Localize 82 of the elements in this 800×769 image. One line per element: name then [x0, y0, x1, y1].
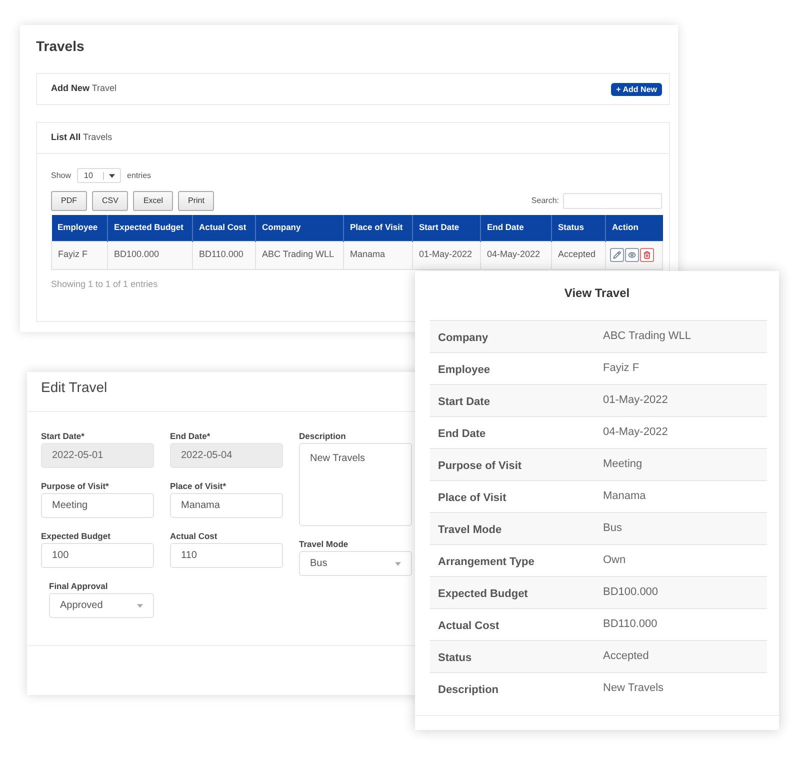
input-field[interactable]: 110: [170, 543, 283, 568]
column-header: Actual Cost: [192, 215, 256, 241]
show-label: Show: [51, 170, 72, 182]
column-header: End Date: [480, 215, 552, 241]
table-cell: ABC Trading WLL: [256, 241, 344, 269]
column-header: Employee: [52, 215, 108, 241]
add-new-button[interactable]: + Add New: [611, 82, 662, 96]
field-label: Expected Budget: [41, 531, 110, 542]
input-field[interactable]: 100: [41, 543, 154, 568]
select-field[interactable]: Bus: [299, 551, 412, 576]
field-label: Final Approval: [49, 581, 108, 592]
detail-value: Meeting: [603, 457, 642, 472]
field-label: Start Date*: [41, 431, 84, 442]
dialog-title: Edit Travel: [41, 379, 108, 396]
view-button[interactable]: [625, 248, 639, 262]
detail-label: Status: [438, 652, 472, 664]
search-field[interactable]: [563, 193, 662, 209]
toolbar-button[interactable]: CSV: [92, 191, 128, 211]
detail-value: Own: [603, 553, 626, 568]
detail-value: 01-May-2022: [603, 393, 668, 408]
detail-label: Place of Visit: [438, 492, 506, 504]
detail-label: Purpose of Visit: [438, 460, 522, 472]
field-label: Place of Visit*: [170, 481, 226, 492]
entries-select[interactable]: 10: [77, 168, 122, 183]
detail-label: Travel Mode: [438, 524, 502, 536]
column-header: Place of Visit: [344, 215, 412, 241]
detail-label: Company: [438, 332, 488, 344]
field-label: End Date*: [170, 431, 210, 442]
detail-value: ABC Trading WLL: [603, 329, 692, 344]
detail-value: BD110.000: [603, 617, 658, 632]
table-cell: 01-May-2022: [412, 241, 480, 269]
eye-icon: [628, 251, 636, 259]
table-cell: Fayiz F: [52, 241, 108, 269]
column-header: Action: [606, 215, 662, 241]
dialog-title: View Travel: [564, 286, 630, 300]
entries-label: entries: [127, 170, 152, 182]
detail-label: Start Date: [438, 396, 490, 408]
section-title: Add New Travel: [51, 82, 117, 96]
table-info: Showing 1 to 1 of 1 entries: [51, 278, 158, 290]
column-header: Expected Budget: [108, 215, 192, 241]
select-field[interactable]: Approved: [49, 593, 154, 618]
detail-value: Manama: [603, 489, 646, 504]
detail-label: Arrangement Type: [438, 556, 534, 568]
table-cell: BD110.000: [192, 241, 256, 269]
edit-button[interactable]: [610, 248, 624, 262]
field-label: Actual Cost: [170, 531, 218, 542]
field-label: Purpose of Visit*: [41, 481, 109, 492]
field-label: Travel Mode: [299, 539, 348, 550]
detail-label: Employee: [438, 364, 490, 376]
pencil-icon: [613, 251, 621, 259]
detail-label: Expected Budget: [438, 588, 528, 600]
caret-icon: [109, 174, 116, 178]
detail-value: Fayiz F: [603, 361, 640, 376]
detail-label: Description: [438, 684, 499, 696]
field-label: Description: [299, 431, 346, 442]
table-cell: 04-May-2022: [480, 241, 552, 269]
column-header: Status: [552, 215, 606, 241]
detail-label: Actual Cost: [438, 620, 500, 632]
detail-value: Accepted: [603, 649, 649, 664]
textarea-field[interactable]: New Travels: [299, 443, 412, 526]
input-field[interactable]: Meeting: [41, 493, 154, 518]
column-header: Company: [256, 215, 344, 241]
toolbar-button[interactable]: PDF: [51, 191, 87, 211]
column-header: Start Date: [412, 215, 480, 241]
detail-value: Bus: [603, 521, 622, 536]
detail-label: End Date: [438, 428, 486, 440]
caret-icon: [395, 562, 401, 566]
detail-value: 04-May-2022: [603, 425, 668, 440]
section-title: List All Travels: [51, 131, 112, 144]
delete-button[interactable]: [640, 248, 654, 262]
toolbar-button[interactable]: Print: [178, 191, 214, 211]
toolbar-button[interactable]: Excel: [133, 191, 174, 211]
table-cell: BD100.000: [108, 241, 192, 269]
detail-value: BD100.000: [603, 585, 658, 600]
caret-icon: [137, 604, 143, 608]
detail-value: New Travels: [603, 681, 664, 696]
table-cell: Accepted: [552, 241, 606, 269]
table-cell: Manama: [344, 241, 412, 269]
page-title: Travels: [36, 38, 86, 54]
trash-icon: [643, 251, 651, 259]
search-label: Search:: [531, 195, 559, 207]
input-field[interactable]: Manama: [170, 493, 283, 518]
